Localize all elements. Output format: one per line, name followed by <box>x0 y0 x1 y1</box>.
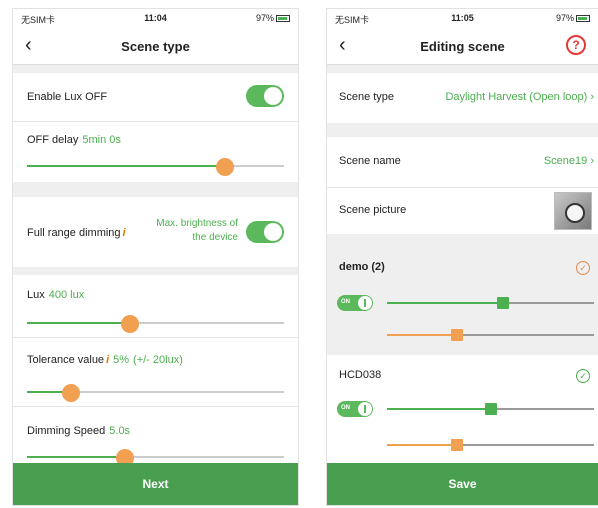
toggle-on-text: ON <box>341 299 350 305</box>
dimming-speed-value: 5.0s <box>109 425 131 437</box>
toggle-on-text: ON <box>341 405 350 411</box>
scene-type-row[interactable]: Scene type Daylight Harvest (Open loop) … <box>327 73 598 123</box>
scene-type-label: Scene type <box>339 91 395 103</box>
page-title: Editing scene <box>420 39 505 54</box>
battery-percent: 97% <box>255 13 274 23</box>
right-phone-screen: 无SIM卡 11:05 97% ‹ Editing scene ? Scene … <box>326 8 598 506</box>
info-icon[interactable]: i <box>106 354 109 366</box>
off-delay-row: OFF delay 5min 0s <box>13 122 298 182</box>
scene-name-value: Scene19 › <box>543 155 594 167</box>
scene-name-row[interactable]: Scene name Scene19 › <box>327 137 598 187</box>
dimming-speed-title: Dimming Speed <box>27 425 106 437</box>
group-name: demo (2) <box>339 261 385 273</box>
group-power-toggle[interactable]: ON <box>337 295 373 311</box>
slider-thumb[interactable] <box>61 384 80 402</box>
slider-thumb[interactable] <box>451 329 464 341</box>
left-phone-screen: 无SIM卡 11:04 97% ‹ Scene type Enable Lux … <box>12 8 299 506</box>
dimming-speed-row: Dimming Speed 5.0s <box>13 407 298 467</box>
tolerance-value: 5% <box>113 354 130 366</box>
off-delay-label: OFF delay 5min 0s <box>27 134 121 146</box>
power-icon <box>358 402 372 416</box>
battery-percent: 97% <box>555 13 574 23</box>
lux-label: Lux 400 lux <box>27 289 84 301</box>
help-icon[interactable]: ? <box>566 35 586 55</box>
info-icon[interactable]: i <box>123 227 126 239</box>
tolerance-label: Tolerance value i 5% (+/- 20lux) <box>27 354 183 366</box>
status-bar: 无SIM卡 11:05 97% <box>327 9 598 27</box>
full-range-dimming-label: Full range dimming i <box>27 227 126 239</box>
next-button[interactable]: Next <box>13 463 298 505</box>
off-delay-value: 5min 0s <box>82 134 121 146</box>
tolerance-title: Tolerance value <box>27 354 105 366</box>
battery-indicator: 97% <box>256 13 290 23</box>
lux-title: Lux <box>27 289 45 301</box>
group-item: demo (2) ✓ ON <box>327 243 598 347</box>
group-item: HCD038 ✓ ON <box>327 355 598 465</box>
group-power-toggle[interactable]: ON <box>337 401 373 417</box>
nav-bar: ‹ Editing scene ? <box>327 27 598 65</box>
save-button[interactable]: Save <box>327 463 598 505</box>
slider-fill <box>387 302 503 304</box>
lux-slider[interactable] <box>27 315 284 333</box>
slider-thumb[interactable] <box>215 158 234 176</box>
full-range-dimming-row: Full range dimming i Max. brightness of t… <box>13 197 298 267</box>
brightness-slider[interactable] <box>387 297 594 309</box>
lux-row: Lux 400 lux <box>13 275 298 337</box>
slider-fill <box>27 165 225 167</box>
battery-icon <box>276 14 290 22</box>
full-range-dimming-toggle[interactable] <box>246 221 284 243</box>
scene-type-value: Daylight Harvest (Open loop) › <box>445 91 594 103</box>
slider-fill <box>387 334 458 336</box>
max-brightness-note: Max. brightness of the device <box>156 217 238 245</box>
dimming-speed-label: Dimming Speed 5.0s <box>27 425 130 437</box>
slider-fill <box>387 444 458 446</box>
slider-thumb[interactable] <box>120 315 139 333</box>
group-name: HCD038 <box>339 369 382 381</box>
toggle-knob <box>264 223 282 241</box>
enable-lux-off-toggle[interactable] <box>246 85 284 107</box>
slider-thumb[interactable] <box>451 439 464 451</box>
slider-fill <box>387 408 491 410</box>
battery-icon <box>576 14 590 22</box>
check-circle-icon[interactable]: ✓ <box>576 261 590 275</box>
slider-thumb[interactable] <box>496 297 509 309</box>
slider-fill <box>27 322 130 324</box>
scene-picture-row[interactable]: Scene picture <box>327 188 598 234</box>
max-brightness-note-line2: the device <box>192 232 238 243</box>
check-circle-icon[interactable]: ✓ <box>576 369 590 383</box>
tolerance-row: Tolerance value i 5% (+/- 20lux) <box>13 338 298 406</box>
scene-picture-thumbnail[interactable] <box>554 192 592 230</box>
nav-bar: ‹ Scene type <box>13 27 298 65</box>
toggle-knob <box>264 87 282 105</box>
off-delay-slider[interactable] <box>27 158 284 176</box>
scene-name-label: Scene name <box>339 155 401 167</box>
slider-thumb[interactable] <box>484 403 497 415</box>
tolerance-slider[interactable] <box>27 384 284 402</box>
battery-indicator: 97% <box>556 13 590 23</box>
enable-lux-off-label: Enable Lux OFF <box>27 91 108 103</box>
color-temperature-slider[interactable] <box>387 439 594 451</box>
lux-value: 400 lux <box>48 289 85 301</box>
brightness-slider[interactable] <box>387 403 594 415</box>
full-range-dimming-title: Full range dimming <box>27 227 121 239</box>
tolerance-extra: (+/- 20lux) <box>133 354 183 366</box>
enable-lux-off-row: Enable Lux OFF <box>13 73 298 121</box>
slider-fill <box>27 456 125 458</box>
off-delay-title: OFF delay <box>27 134 79 146</box>
status-bar: 无SIM卡 11:04 97% <box>13 9 298 27</box>
page-title: Scene type <box>121 39 190 54</box>
scene-picture-label: Scene picture <box>339 204 407 216</box>
color-temperature-slider[interactable] <box>387 329 594 341</box>
power-icon <box>358 296 372 310</box>
max-brightness-note-line1: Max. brightness of <box>156 218 238 229</box>
